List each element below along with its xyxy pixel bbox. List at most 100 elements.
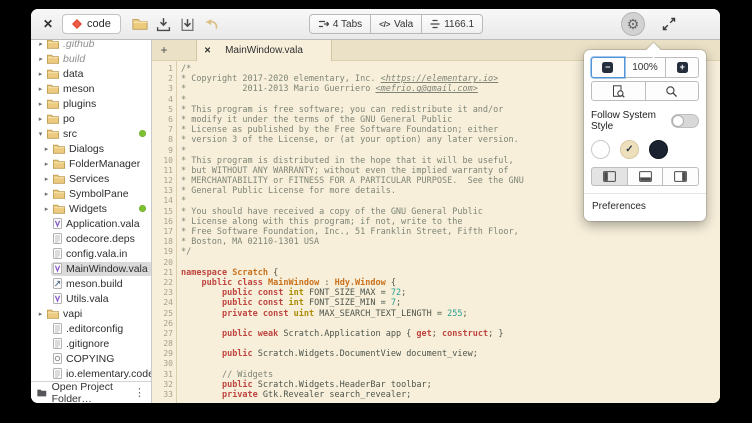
disclosure-arrow-icon[interactable]: ▸ <box>42 205 51 213</box>
project-chip[interactable]: code <box>62 14 121 34</box>
tab-mainwindow[interactable]: ✕ MainWindow.vala <box>196 40 332 61</box>
panel-toggles <box>591 167 699 186</box>
line-number-gutter: 1234567891011121314151617181920212223242… <box>152 61 177 403</box>
save-icon <box>156 17 171 32</box>
close-window-button[interactable]: ✕ <box>40 16 56 32</box>
tree-item-symbolpane[interactable]: ▸SymbolPane <box>31 186 151 201</box>
tree-item-content: Dialogs <box>51 142 108 156</box>
line-number: 16 <box>152 217 173 227</box>
open-project-folder-icon <box>37 388 47 398</box>
tree-item-meson-build[interactable]: meson.build <box>31 276 151 291</box>
cursor-position-label: 1166.1 <box>444 19 474 30</box>
zoom-in-icon: + <box>677 62 688 73</box>
toggle-right-panel-button[interactable] <box>662 167 699 186</box>
tree-item--gitignore[interactable]: .gitignore <box>31 336 151 351</box>
save-button[interactable] <box>155 15 173 33</box>
search-buttons <box>591 81 699 101</box>
disclosure-arrow-icon[interactable]: ▸ <box>36 310 45 318</box>
tree-item-label: config.vala.in <box>66 248 127 260</box>
tree-item-content: COPYING <box>51 352 118 366</box>
tree-item-label: meson <box>63 83 95 95</box>
tree-item-dialogs[interactable]: ▸Dialogs <box>31 141 151 156</box>
tree-item-copying[interactable]: COPYING <box>31 351 151 366</box>
tree-item-foldermanager[interactable]: ▸FolderManager <box>31 156 151 171</box>
sidebar-footer[interactable]: Open Project Folder… ⋮ <box>31 381 151 403</box>
revert-button[interactable] <box>203 15 221 33</box>
tree-item-label: data <box>63 68 83 80</box>
tree-item-build[interactable]: ▸build <box>31 51 151 66</box>
line-number: 14 <box>152 196 173 206</box>
tree-item-codecore-deps[interactable]: codecore.deps <box>31 231 151 246</box>
tabs-overview-button[interactable]: 4 Tabs <box>309 14 371 34</box>
line-number: 15 <box>152 207 173 217</box>
line-number: 23 <box>152 288 173 298</box>
settings-button[interactable]: ⚙ <box>621 12 645 36</box>
disclosure-arrow-icon[interactable]: ▸ <box>42 175 51 183</box>
tree-item-meson[interactable]: ▸ meson <box>31 81 151 96</box>
zoom-in-button[interactable]: + <box>665 57 699 78</box>
tree-item-content: meson <box>45 82 99 96</box>
tab-label: MainWindow.vala <box>225 45 303 56</box>
tree-item-application-vala[interactable]: Application.vala <box>31 216 151 231</box>
code-line: * Boston, MA 02110-1301 USA <box>181 237 720 247</box>
tree-item-label: Application.vala <box>66 218 140 230</box>
code-line: public Scratch.Widgets.DocumentView docu… <box>181 349 720 359</box>
save-as-button[interactable] <box>179 15 197 33</box>
tree-item-label: codecore.deps <box>66 233 135 245</box>
fullscreen-button[interactable] <box>659 14 679 34</box>
search-icon <box>665 85 678 98</box>
disclosure-arrow-icon[interactable]: ▸ <box>42 190 51 198</box>
code-line: private const uint MAX_SEARCH_TEXT_LENGT… <box>181 309 720 319</box>
tree-item-mainwindow-vala[interactable]: MainWindow.vala <box>31 261 151 276</box>
folder-icon <box>47 99 59 109</box>
style-sepia-button[interactable]: ✓ <box>620 140 639 159</box>
tree-item-utils-vala[interactable]: Utils.vala <box>31 291 151 306</box>
disclosure-arrow-icon[interactable]: ▸ <box>42 160 51 168</box>
zoom-out-button[interactable]: − <box>591 57 625 78</box>
tree-item-vapi[interactable]: ▸vapi <box>31 306 151 321</box>
tree-item-services[interactable]: ▸Services <box>31 171 151 186</box>
goto-line-button[interactable]: 1166.1 <box>421 14 483 34</box>
disclosure-arrow-icon[interactable]: ▸ <box>36 115 45 123</box>
preferences-item[interactable]: Preferences <box>591 194 699 214</box>
disclosure-arrow-icon[interactable]: ▾ <box>36 130 45 138</box>
find-button[interactable] <box>645 81 700 101</box>
language-selector-button[interactable]: </> Vala <box>370 14 422 34</box>
tree-item-src[interactable]: ▾src <box>31 126 151 141</box>
toggle-sidebar-button[interactable] <box>591 167 628 186</box>
disclosure-arrow-icon[interactable]: ▸ <box>36 55 45 63</box>
tree-item-po[interactable]: ▸po <box>31 111 151 126</box>
style-light-button[interactable] <box>591 140 610 159</box>
code-line: public class MainWindow : Hdy.Window { <box>181 278 720 288</box>
disclosure-arrow-icon[interactable]: ▸ <box>36 70 45 78</box>
new-tab-button[interactable]: + <box>152 40 176 60</box>
tree-item-io-elementary-code-yml[interactable]: io.elementary.code.yml <box>31 366 151 381</box>
tabs-count-label: 4 Tabs <box>333 19 362 30</box>
disclosure-arrow-icon[interactable]: ▸ <box>36 100 45 108</box>
find-in-project-button[interactable] <box>591 81 646 101</box>
tab-close-icon[interactable]: ✕ <box>204 45 211 56</box>
project-menu-icon[interactable]: ⋮ <box>134 386 145 399</box>
disclosure-arrow-icon[interactable]: ▸ <box>42 145 51 153</box>
code-line: private Gtk.Revealer search_revealer; <box>181 390 720 400</box>
tree-item--editorconfig[interactable]: .editorconfig <box>31 321 151 336</box>
toggle-bottom-panel-button[interactable] <box>627 167 664 186</box>
folder-icon <box>53 174 65 184</box>
gear-icon: ⚙ <box>627 16 640 33</box>
disclosure-arrow-icon[interactable]: ▸ <box>36 40 45 48</box>
open-file-button[interactable] <box>131 15 149 33</box>
tree-item-config-vala-in[interactable]: config.vala.in <box>31 246 151 261</box>
tree-item-label: Utils.vala <box>66 293 109 305</box>
code-brackets-icon: </> <box>379 19 390 29</box>
tree-item-data[interactable]: ▸ data <box>31 66 151 81</box>
tree-item-widgets[interactable]: ▸ Widgets <box>31 201 151 216</box>
check-icon: ✓ <box>625 144 633 155</box>
style-dark-button[interactable] <box>649 140 668 159</box>
disclosure-arrow-icon[interactable]: ▸ <box>36 85 45 93</box>
expand-arrows-icon <box>662 17 676 31</box>
line-number: 1 <box>152 64 173 74</box>
tree-item-plugins[interactable]: ▸plugins <box>31 96 151 111</box>
follow-system-row: Follow System Style <box>591 110 699 132</box>
follow-system-toggle[interactable] <box>671 114 699 128</box>
tree-item-label: Widgets <box>69 203 107 215</box>
